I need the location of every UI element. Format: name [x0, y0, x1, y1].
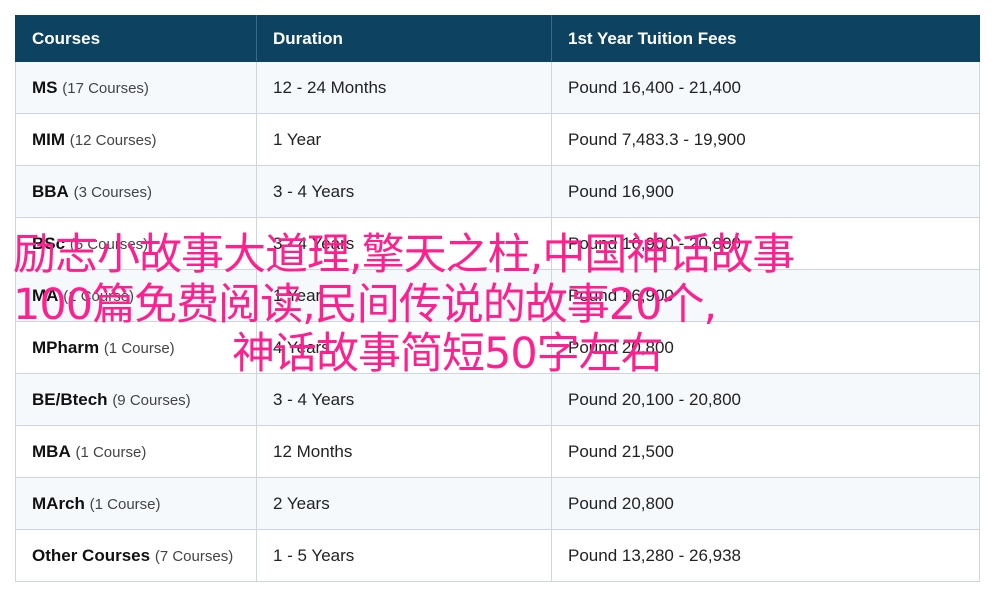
fees-cell: Pound 16,900 — [551, 165, 980, 218]
duration-cell: 3 - 4 Years — [256, 165, 552, 218]
table-row: Other Courses (7 Courses) 1 - 5 Years Poun… — [15, 529, 980, 582]
course-count: (1 Course) — [89, 495, 161, 513]
tuition-fees-table: Courses Duration 1st Year Tuition Fees M… — [15, 15, 980, 582]
fees-cell: Pound 16,900 — [551, 269, 980, 322]
course-count: (9 Courses) — [112, 391, 191, 409]
table-row: MIM (12 Courses) 1 Year Pound 7,483.3 - 19… — [15, 113, 980, 166]
course-name: BSc — [32, 233, 66, 253]
course-cell: MBA (1 Course) — [15, 425, 257, 478]
course-name: Other Courses — [32, 545, 151, 565]
course-count: (1 Course) — [103, 339, 175, 357]
course-count: (12 Courses) — [69, 131, 157, 149]
duration-cell: 12 Months — [256, 425, 552, 478]
fees-cell: Pound 16,900 - 20,800 — [551, 217, 980, 270]
course-name: MPharm — [32, 337, 100, 357]
table-body: MS (17 Courses) 12 - 24 Months Pound 16,40… — [15, 61, 980, 582]
duration-cell: 1 Year — [256, 113, 552, 166]
course-cell: BBA (3 Courses) — [15, 165, 257, 218]
fees-cell: Pound 20,100 - 20,800 — [551, 373, 980, 426]
table-row: MS (17 Courses) 12 - 24 Months Pound 16,40… — [15, 61, 980, 114]
course-count: (7 Courses) — [154, 547, 234, 565]
course-cell: MArch (1 Course) — [15, 477, 257, 530]
duration-cell: 1 - 5 Years — [256, 529, 552, 582]
course-name: MBA — [32, 441, 71, 461]
course-name: BE/Btech — [32, 389, 108, 409]
course-count: (1 Course) — [63, 287, 135, 305]
course-count: (5 Courses) — [69, 235, 149, 253]
table-row: BBA (3 Courses) 3 - 4 Years Pound 16,900 — [15, 165, 980, 218]
fees-cell: Pound 21,500 — [551, 425, 980, 478]
course-count: (1 Course) — [75, 443, 147, 461]
duration-cell: 2 Years — [256, 477, 552, 530]
course-cell: Other Courses (7 Courses) — [15, 529, 257, 582]
fees-cell: Pound 16,400 - 21,400 — [551, 61, 980, 114]
duration-cell: 1 Year — [256, 269, 552, 322]
table-row: MBA (1 Course) 12 Months Pound 21,500 — [15, 425, 980, 478]
header-tuition-fees: 1st Year Tuition Fees — [551, 15, 980, 62]
table-row: MArch (1 Course) 2 Years Pound 20,800 — [15, 477, 980, 530]
course-count: (3 Courses) — [73, 183, 152, 201]
course-name: MIM — [32, 129, 66, 149]
duration-cell: 4 Years — [256, 321, 552, 374]
course-name: BBA — [32, 181, 69, 201]
fees-cell: Pound 20,800 — [551, 477, 980, 530]
header-courses: Courses — [15, 15, 257, 62]
course-name: MS — [32, 77, 58, 97]
table-row: MA (1 Course) 1 Year Pound 16,900 — [15, 269, 980, 322]
fees-cell: Pound 7,483.3 - 19,900 — [551, 113, 980, 166]
course-count: (17 Courses) — [62, 79, 149, 97]
course-name: MA — [32, 285, 59, 305]
header-row: Courses Duration 1st Year Tuition Fees — [15, 15, 980, 62]
duration-cell: 3 - 4 Years — [256, 373, 552, 426]
course-cell: MA (1 Course) — [15, 269, 257, 322]
course-cell: BSc (5 Courses) — [15, 217, 257, 270]
fees-cell: Pound 20,800 — [551, 321, 980, 374]
table-row: BE/Btech (9 Courses) 3 - 4 Years Pound 20,… — [15, 373, 980, 426]
table-row: MPharm (1 Course) 4 Years Pound 20,800 — [15, 321, 980, 374]
page: Courses Duration 1st Year Tuition Fees M… — [0, 0, 991, 597]
course-cell: MS (17 Courses) — [15, 61, 257, 114]
table-header: Courses Duration 1st Year Tuition Fees — [15, 15, 980, 62]
header-duration: Duration — [256, 15, 552, 62]
course-cell: BE/Btech (9 Courses) — [15, 373, 257, 426]
duration-cell: 3 - 4 Years — [256, 217, 552, 270]
course-name: MArch — [32, 493, 85, 513]
course-cell: MIM (12 Courses) — [15, 113, 257, 166]
fees-cell: Pound 13,280 - 26,938 — [551, 529, 980, 582]
course-cell: MPharm (1 Course) — [15, 321, 257, 374]
table-row: BSc (5 Courses) 3 - 4 Years Pound 16,900 -… — [15, 217, 980, 270]
duration-cell: 12 - 24 Months — [256, 61, 552, 114]
